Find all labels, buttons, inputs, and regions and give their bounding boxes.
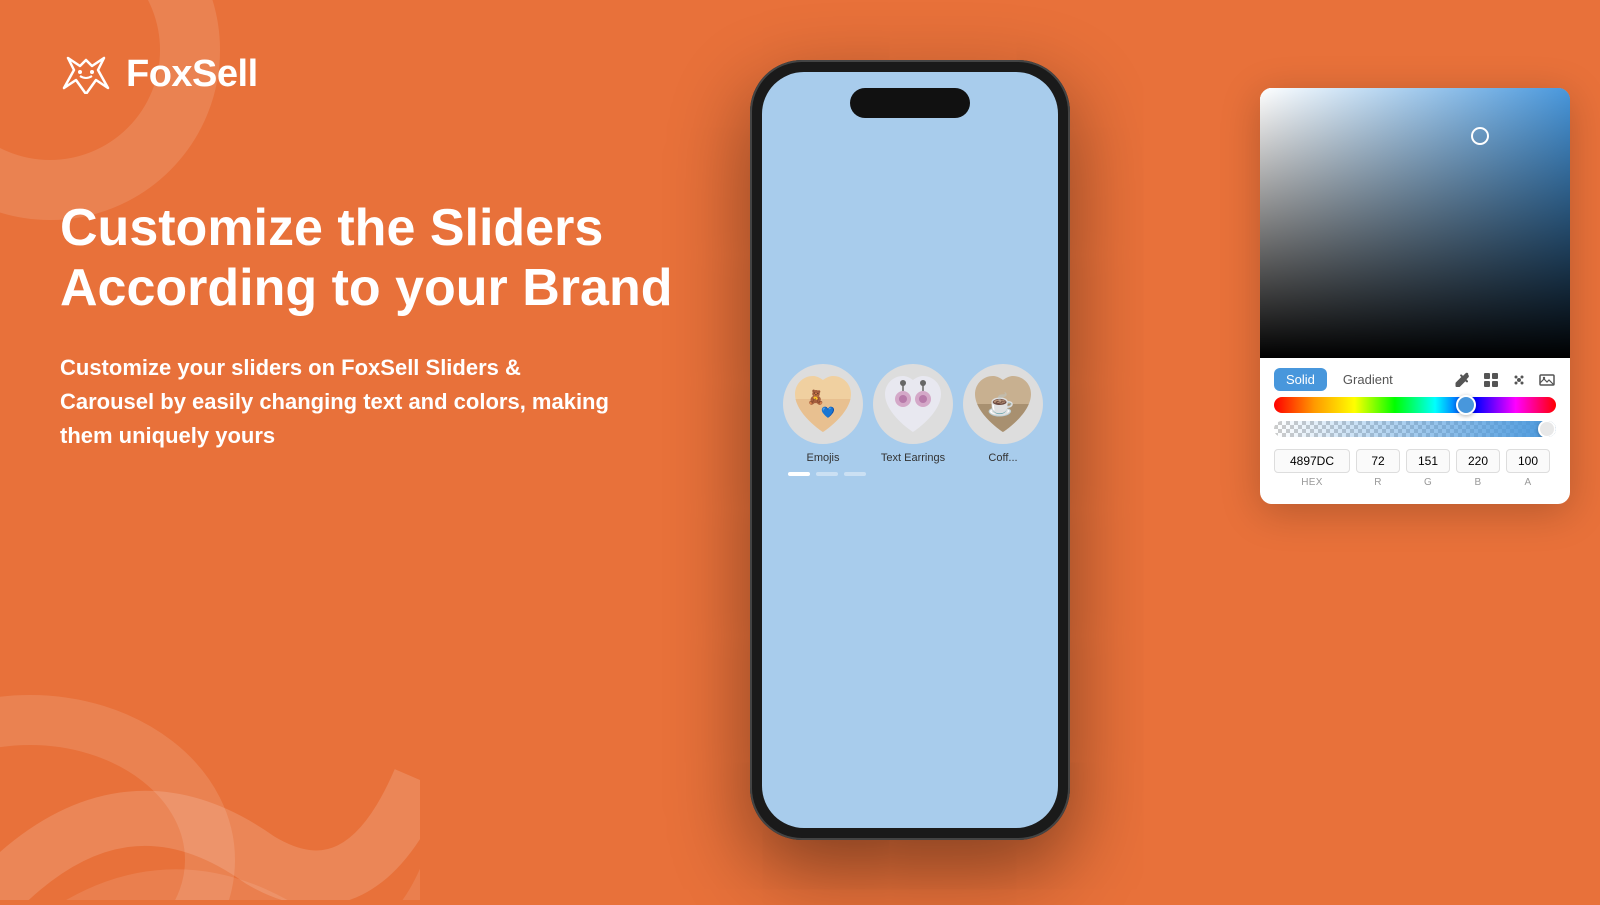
- right-panel: 🧸 💙 Emojis: [700, 0, 1600, 900]
- slider-item-emojis: 🧸 💙 Emojis: [778, 364, 868, 464]
- tab-gradient[interactable]: Gradient: [1331, 368, 1405, 391]
- a-input-group: A: [1506, 449, 1550, 488]
- emojis-thumbnail: 🧸 💙: [783, 364, 863, 444]
- phone-screen: 🧸 💙 Emojis: [762, 72, 1058, 828]
- color-picker-panel: Solid Gradient: [1260, 88, 1570, 504]
- eyedropper-icon[interactable]: [1454, 371, 1472, 389]
- hue-thumb[interactable]: [1456, 395, 1476, 415]
- text-earrings-thumbnail: [873, 364, 953, 444]
- g-input[interactable]: [1406, 449, 1450, 473]
- hex-label: HEX: [1301, 477, 1322, 488]
- b-label: B: [1475, 477, 1482, 488]
- emojis-label: Emojis: [806, 452, 839, 464]
- r-input-group: R: [1356, 449, 1400, 488]
- grid-icon[interactable]: [1482, 371, 1500, 389]
- slider-dots: [762, 464, 1058, 480]
- dynamic-island: [850, 88, 970, 118]
- brand-name: FoxSell: [126, 53, 258, 96]
- phone-shell: 🧸 💙 Emojis: [750, 60, 1070, 840]
- a-label: A: [1525, 477, 1532, 488]
- b-input[interactable]: [1456, 449, 1500, 473]
- svg-text:💙: 💙: [821, 406, 835, 419]
- g-input-group: G: [1406, 449, 1450, 488]
- coffee-thumbnail: ☕: [963, 364, 1043, 444]
- slider-items: 🧸 💙 Emojis: [762, 364, 1058, 464]
- a-input[interactable]: [1506, 449, 1550, 473]
- svg-text:☕: ☕: [987, 391, 1014, 417]
- picker-tabs: Solid Gradient: [1260, 358, 1570, 397]
- foxsell-logo-icon: [60, 50, 112, 99]
- picker-tools: [1454, 371, 1556, 389]
- hue-slider[interactable]: [1260, 397, 1570, 413]
- dot-1: [788, 472, 810, 476]
- r-input[interactable]: [1356, 449, 1400, 473]
- deco-curve-bottom: [0, 480, 420, 900]
- b-input-group: B: [1456, 449, 1500, 488]
- coffee-label: Coff...: [988, 452, 1017, 464]
- dot-3: [844, 472, 866, 476]
- slider-strip: 🧸 💙 Emojis: [762, 352, 1058, 488]
- slider-item-coffee: ☕ Coff...: [958, 364, 1048, 464]
- hex-input-group: HEX: [1274, 449, 1350, 488]
- sub-text: Customize your sliders on FoxSell Slider…: [60, 351, 620, 453]
- color-gradient-canvas[interactable]: [1260, 88, 1570, 358]
- alpha-track[interactable]: [1274, 421, 1556, 437]
- alpha-thumb[interactable]: [1538, 421, 1556, 437]
- g-label: G: [1424, 477, 1432, 488]
- alpha-slider[interactable]: [1260, 421, 1570, 437]
- main-heading: Customize the Sliders According to your …: [60, 199, 680, 319]
- text-earrings-label: Text Earrings: [881, 452, 945, 464]
- palette-icon[interactable]: [1510, 371, 1528, 389]
- tab-solid[interactable]: Solid: [1274, 368, 1327, 391]
- phone-mockup: 🧸 💙 Emojis: [750, 60, 1070, 840]
- r-label: R: [1374, 477, 1382, 488]
- image-icon[interactable]: [1538, 371, 1556, 389]
- logo-row: FoxSell: [60, 50, 680, 99]
- slider-item-text-earrings: Text Earrings: [868, 364, 958, 464]
- svg-text:🧸: 🧸: [807, 389, 824, 406]
- left-panel: FoxSell Customize the Sliders According …: [60, 50, 680, 453]
- hex-input[interactable]: [1274, 449, 1350, 473]
- hue-track[interactable]: [1274, 397, 1556, 413]
- dot-2: [816, 472, 838, 476]
- gradient-cursor: [1471, 127, 1489, 145]
- color-inputs: HEX R G B A: [1260, 449, 1570, 488]
